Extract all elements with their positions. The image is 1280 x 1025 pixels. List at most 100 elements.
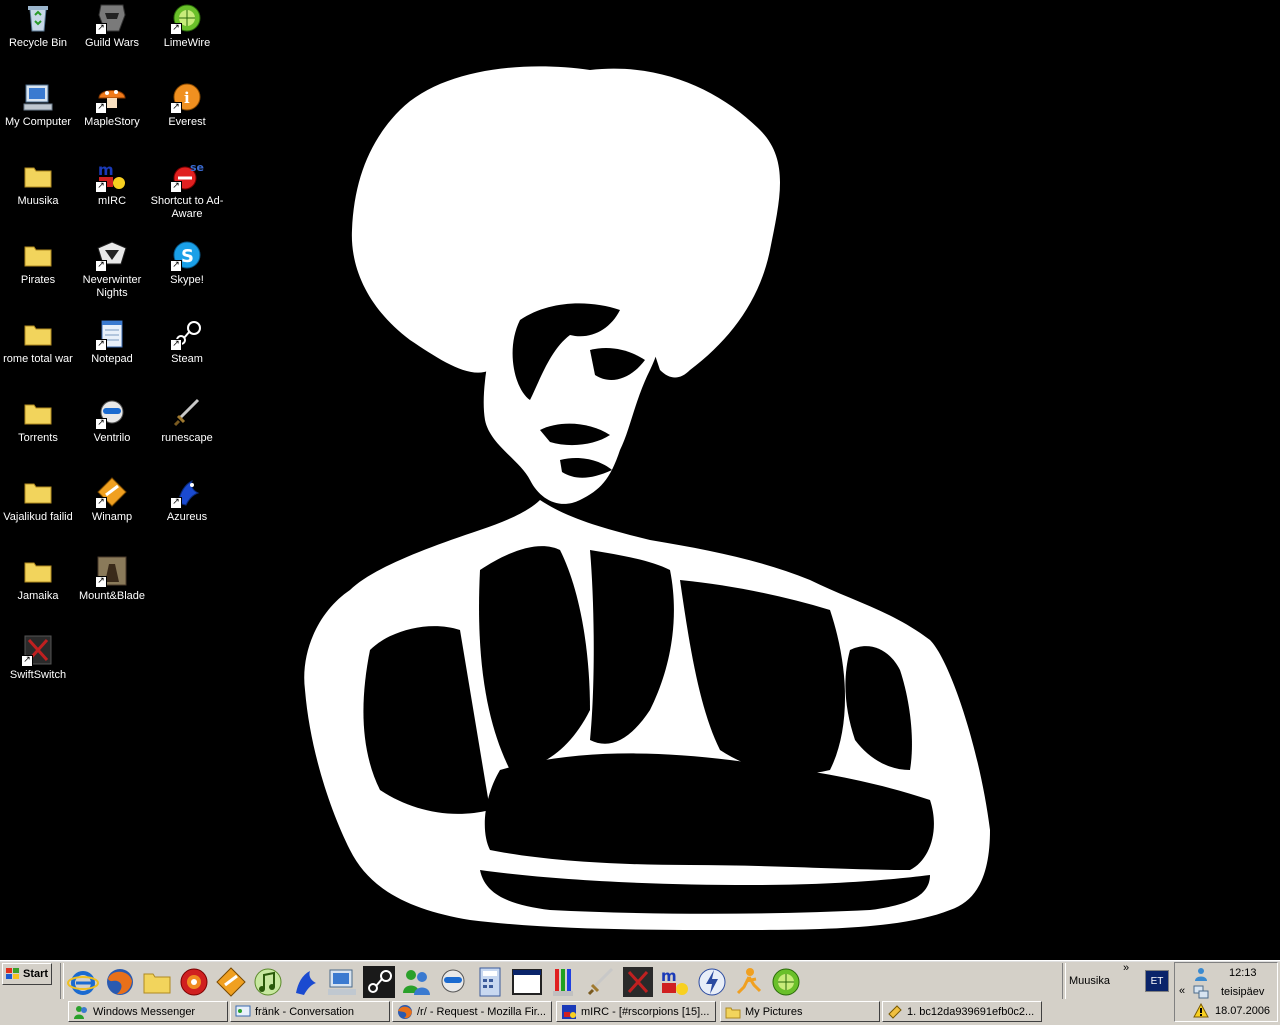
- windows-logo-icon: [5, 967, 21, 981]
- azureus-icon[interactable]: [288, 965, 322, 999]
- desktop-icon-label: rome total war: [3, 353, 73, 365]
- steam-icon[interactable]: [362, 965, 396, 999]
- muusika-toolbar-label[interactable]: Muusika: [1069, 975, 1110, 987]
- desktop-icon-winamp[interactable]: ↗ Winamp: [74, 474, 150, 546]
- conversation-icon: [235, 1004, 251, 1020]
- desktop-icon-label: Steam: [171, 353, 203, 365]
- my-computer-icon[interactable]: [325, 965, 359, 999]
- swiftswitch-icon[interactable]: [621, 965, 655, 999]
- desktop-icon-label: MapleStory: [84, 116, 140, 128]
- desktop-icon-steam[interactable]: ↗ Steam: [149, 316, 225, 388]
- folder-icon[interactable]: [140, 965, 174, 999]
- limewire-icon: ↗: [170, 1, 204, 35]
- task-label: Windows Messenger: [93, 1005, 196, 1018]
- desktop-icon-label: Azureus: [166, 511, 208, 523]
- steam-icon: ↗: [170, 317, 204, 351]
- desktop-icon-label: Vajalikud failid: [3, 511, 73, 523]
- desktop-icon-label: Everest: [168, 116, 206, 128]
- desktop-icon-label: Muusika: [17, 195, 59, 207]
- desktop-icon-label: Winamp: [91, 511, 133, 523]
- desktop-icon-muusika[interactable]: Muusika: [0, 158, 76, 230]
- desktop-icon-swiftswitch[interactable]: ↗ SwiftSwitch: [0, 632, 76, 704]
- window-icon[interactable]: [510, 965, 544, 999]
- paint-icon[interactable]: [547, 965, 581, 999]
- shortcut-arrow-icon: ↗: [95, 102, 107, 114]
- swiftswitch-icon: ↗: [21, 633, 55, 667]
- desktop-icon-label: Skype!: [170, 274, 204, 286]
- desktop-icon-my-computer[interactable]: My Computer: [0, 79, 76, 151]
- internet-explorer-icon[interactable]: [66, 965, 100, 999]
- task-button-conversation[interactable]: fränk - Conversation: [230, 1001, 390, 1022]
- task-button-windows-messenger[interactable]: Windows Messenger: [68, 1001, 228, 1022]
- desktop-icon-label: LimeWire: [163, 37, 211, 49]
- task-label: mIRC - [#rscorpions [15]...: [581, 1005, 710, 1018]
- desktop-icon-ventrilo[interactable]: ↗ Ventrilo: [74, 395, 150, 467]
- desktop-icon-ad-aware[interactable]: se ↗ Shortcut to Ad-Aware: [149, 158, 225, 230]
- desktop-icon-guild-wars[interactable]: ↗ Guild Wars: [74, 0, 150, 72]
- firefox-icon[interactable]: [103, 965, 137, 999]
- tray-expand-chevron-icon[interactable]: «: [1179, 985, 1185, 997]
- burn-icon[interactable]: [177, 965, 211, 999]
- desktop-icon-label: Recycle Bin: [8, 37, 68, 49]
- desktop-icon-recycle-bin[interactable]: Recycle Bin: [0, 0, 76, 72]
- desktop-icon-mirc[interactable]: m ↗ mIRC: [74, 158, 150, 230]
- desktop-icon-torrents[interactable]: Torrents: [0, 395, 76, 467]
- user-icon[interactable]: [1193, 966, 1209, 982]
- desktop-icon-mount-blade[interactable]: ↗ Mount&Blade: [74, 553, 150, 625]
- svg-text:m: m: [98, 161, 114, 179]
- desktop-icon-vajalikud-failid[interactable]: Vajalikud failid: [0, 474, 76, 546]
- start-button[interactable]: Start: [2, 963, 52, 985]
- desktop-icon-jamaika[interactable]: Jamaika: [0, 553, 76, 625]
- warning-icon[interactable]: [1193, 1002, 1209, 1019]
- maplestory-icon: ↗: [95, 80, 129, 114]
- desktop-icon-rome-total-war[interactable]: rome total war: [0, 316, 76, 388]
- shortcut-arrow-icon: ↗: [95, 418, 107, 430]
- runescape-icon[interactable]: [584, 965, 618, 999]
- task-button-firefox[interactable]: /r/ - Request - Mozilla Fir...: [392, 1001, 552, 1022]
- desktop-icon-azureus[interactable]: ↗ Azureus: [149, 474, 225, 546]
- guild-wars-icon: ↗: [95, 1, 129, 35]
- ventrilo-icon[interactable]: [436, 965, 470, 999]
- mirc-icon: m ↗: [95, 159, 129, 193]
- task-button-ticket[interactable]: 1. bc12da939691efb0c2...: [882, 1001, 1042, 1022]
- folder-icon: [21, 159, 55, 193]
- folder-icon: [21, 317, 55, 351]
- desktop-icon-label: Neverwinter Nights: [82, 274, 142, 299]
- taskbar-separator: [1062, 963, 1066, 999]
- desktop-icon-label: Guild Wars: [85, 37, 139, 49]
- messenger-icon[interactable]: [399, 965, 433, 999]
- ticket-icon: [887, 1004, 903, 1020]
- task-button-my-pictures[interactable]: My Pictures: [720, 1001, 880, 1022]
- desktop-icon-neverwinter-nights[interactable]: ↗ Neverwinter Nights: [74, 237, 150, 309]
- mirc-icon[interactable]: m: [658, 965, 692, 999]
- task-label: My Pictures: [745, 1005, 803, 1018]
- language-indicator[interactable]: ET: [1145, 970, 1169, 992]
- network-icon[interactable]: [1193, 984, 1209, 1000]
- desktop-icon-label: Pirates: [20, 274, 56, 286]
- neverwinter-nights-icon: ↗: [95, 238, 129, 272]
- task-button-mirc[interactable]: mIRC - [#rscorpions [15]...: [556, 1001, 716, 1022]
- desktop-icon-notepad[interactable]: ↗ Notepad: [74, 316, 150, 388]
- desktop-icon-runescape[interactable]: runescape: [149, 395, 225, 467]
- task-label: 1. bc12da939691efb0c2...: [907, 1005, 1035, 1018]
- shortcut-arrow-icon: ↗: [95, 260, 107, 272]
- desktop-icon-maplestory[interactable]: ↗ MapleStory: [74, 79, 150, 151]
- itunes-icon[interactable]: [251, 965, 285, 999]
- calculator-icon[interactable]: [473, 965, 507, 999]
- desktop-icon-label: My Computer: [4, 116, 72, 128]
- desktop[interactable]: Recycle Bin My Computer Muusika Pirates …: [0, 0, 1280, 960]
- clock-time[interactable]: 12:13: [1229, 967, 1257, 979]
- messenger-icon: [73, 1004, 89, 1020]
- desktop-icon-skype[interactable]: S ↗ Skype!: [149, 237, 225, 309]
- lightning-icon[interactable]: [695, 965, 729, 999]
- limewire-icon[interactable]: [769, 965, 803, 999]
- desktop-icon-everest[interactable]: i ↗ Everest: [149, 79, 225, 151]
- shortcut-arrow-icon: ↗: [95, 181, 107, 193]
- desktop-icon-limewire[interactable]: ↗ LimeWire: [149, 0, 225, 72]
- shortcut-arrow-icon: ↗: [170, 102, 182, 114]
- mirc-icon: [561, 1004, 577, 1020]
- winamp-icon[interactable]: [214, 965, 248, 999]
- desktop-icon-pirates[interactable]: Pirates: [0, 237, 76, 309]
- toolbar-chevron-icon[interactable]: »: [1123, 962, 1129, 974]
- aim-icon[interactable]: [732, 965, 766, 999]
